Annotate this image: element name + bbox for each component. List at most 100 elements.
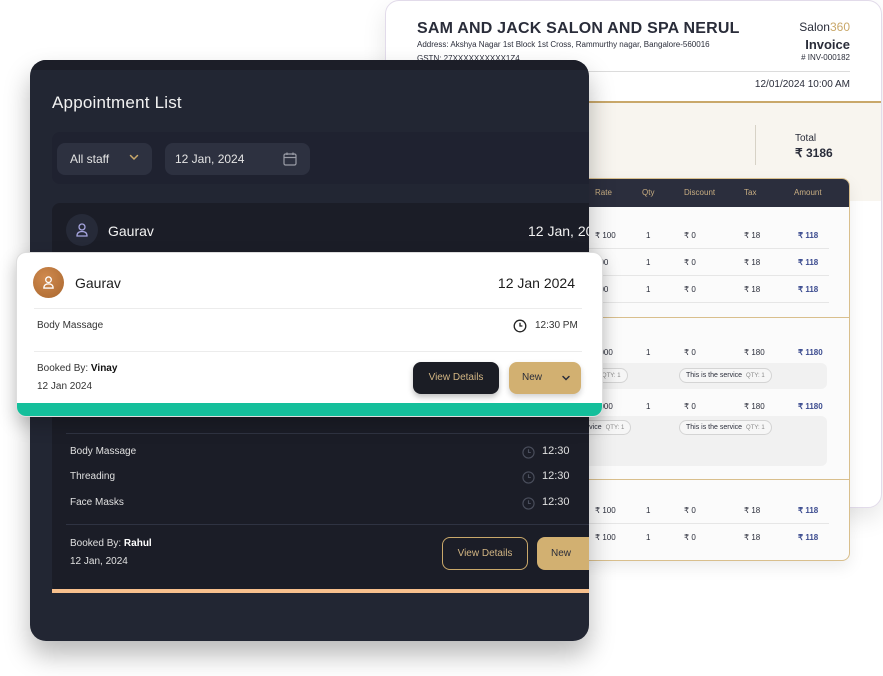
header-rate: Rate (595, 188, 612, 197)
divider (34, 351, 582, 352)
table-row: ₹ 100 1 ₹ 0 ₹ 18 ₹ 118 (549, 524, 829, 551)
chip-label: This is the service (686, 424, 743, 431)
divider (755, 125, 756, 165)
invoice-datetime: 12/01/2024 10:00 AM (754, 79, 850, 90)
cell-tax: ₹ 18 (744, 506, 761, 515)
card-accent-bar (52, 589, 589, 593)
chevron-down-icon (129, 154, 139, 161)
cell-discount: ₹ 0 (684, 348, 696, 357)
staff-filter-select[interactable]: All staff (57, 143, 152, 175)
chip-qty: QTY: 1 (605, 425, 625, 431)
cell-discount: ₹ 0 (684, 506, 696, 515)
cell-qty: 1 (646, 506, 651, 515)
cell-qty: 1 (646, 533, 651, 542)
cell-amount: ₹ 1180 (798, 402, 823, 411)
cell-tax: ₹ 18 (744, 231, 761, 240)
cell-rate: ₹ 100 (595, 506, 616, 515)
status-value: New (522, 372, 543, 383)
user-icon (76, 223, 88, 237)
service-time: 12:30 (542, 445, 570, 457)
divider (549, 479, 849, 480)
cell-tax: ₹ 18 (744, 533, 761, 542)
calendar-icon[interactable] (282, 151, 298, 167)
invoice-title: Invoice (805, 37, 850, 52)
highlighted-appointment-card: Gaurav 12 Jan 2024 Body Massage 12:30 PM… (16, 252, 603, 417)
booked-by-label: Booked By: (70, 538, 124, 549)
cell-amount: ₹ 118 (798, 533, 819, 542)
service-chip: This is the service QTY: 1 (679, 368, 772, 383)
booked-date: 12 Jan, 2024 (70, 556, 128, 567)
booked-by: Booked By: Rahul (70, 538, 152, 549)
clock-icon (522, 471, 535, 484)
chip-label: This is the service (686, 372, 743, 379)
booked-by: Booked By: Vinay (37, 363, 117, 374)
service-name: Face Masks (70, 497, 124, 508)
table-row: ₹ 100 1 ₹ 0 ₹ 18 ₹ 118 (549, 222, 829, 249)
cell-tax: ₹ 18 (744, 285, 761, 294)
cell-amount: ₹ 118 (798, 231, 819, 240)
booked-by-name: Vinay (90, 363, 118, 374)
total-label: Total (795, 133, 817, 144)
cell-amount: ₹ 118 (798, 285, 819, 294)
table-row: ₹ 100 1 ₹ 0 ₹ 18 ₹ 118 (549, 497, 829, 524)
header-discount: Discount (684, 188, 716, 197)
cell-rate: ₹ 100 (595, 231, 616, 240)
cell-tax: ₹ 180 (744, 348, 765, 357)
service-time: 12:30 PM (535, 320, 578, 331)
cell-amount: ₹ 118 (798, 506, 819, 515)
avatar (66, 214, 98, 246)
avatar (33, 267, 64, 298)
divider (66, 433, 589, 434)
chip-qty: QTY: 1 (746, 425, 765, 431)
staff-filter-value: All staff (70, 152, 110, 166)
cell-discount: ₹ 0 (684, 402, 696, 411)
cell-qty: 1 (646, 231, 651, 240)
chip-qty: QTY: 1 (746, 373, 765, 379)
total-value: ₹ 3186 (795, 146, 833, 160)
divider (66, 524, 589, 525)
view-details-button[interactable]: View Details (442, 537, 528, 570)
header-tax: Tax (744, 188, 757, 197)
booked-by-label: Booked By: (37, 363, 91, 374)
page-title: Appointment List (52, 93, 182, 112)
cell-discount: ₹ 0 (684, 231, 696, 240)
clock-icon (522, 497, 535, 510)
appointment-date: 12 Jan 2024 (497, 275, 575, 291)
staff-name: Gaurav (75, 275, 121, 291)
status-dropdown[interactable]: New (537, 537, 589, 570)
user-icon (43, 276, 54, 289)
cell-discount: ₹ 0 (684, 533, 696, 542)
status-dropdown[interactable]: New (509, 362, 581, 394)
chip-qty: QTY: 1 (601, 373, 621, 379)
date-filter-value: 12 Jan, 2024 (175, 152, 245, 166)
cell-amount: ₹ 1180 (798, 348, 823, 357)
service-time: 12:30 (542, 496, 570, 508)
table-header: Rate Qty Discount Tax Amount (549, 179, 849, 207)
service-chip: This is the service QTY: 1 (679, 420, 772, 435)
cell-qty: 1 (646, 285, 651, 294)
panel-top-strip (30, 60, 589, 70)
header-amount: Amount (794, 188, 822, 197)
clock-icon (513, 319, 527, 333)
cell-qty: 1 (646, 258, 651, 267)
appointment-date: 12 Jan, 20 (528, 223, 589, 239)
chevron-down-icon (562, 375, 570, 381)
card-accent-bar (17, 403, 602, 416)
date-filter-input[interactable]: 12 Jan, 2024 (165, 143, 310, 175)
brand-suffix: 360 (829, 20, 850, 34)
cell-tax: ₹ 180 (744, 402, 765, 411)
service-name: Body Massage (37, 320, 104, 331)
filter-bar: All staff 12 Jan, 2024 (52, 132, 589, 184)
service-name: Threading (70, 471, 116, 482)
brand-prefix: Salon (799, 20, 830, 34)
brand-logo: Salon360 (799, 20, 850, 34)
divider (34, 308, 582, 309)
booked-date: 12 Jan 2024 (37, 381, 93, 392)
view-details-button[interactable]: View Details (413, 362, 499, 394)
service-chip-group: of the serviceQTY: 1 This is the service… (549, 416, 827, 466)
cell-discount: ₹ 0 (684, 285, 696, 294)
invoice-number: # INV-000182 (801, 53, 850, 62)
cell-rate: ₹ 100 (595, 533, 616, 542)
cell-qty: 1 (646, 348, 651, 357)
staff-name: Gaurav (108, 223, 154, 239)
